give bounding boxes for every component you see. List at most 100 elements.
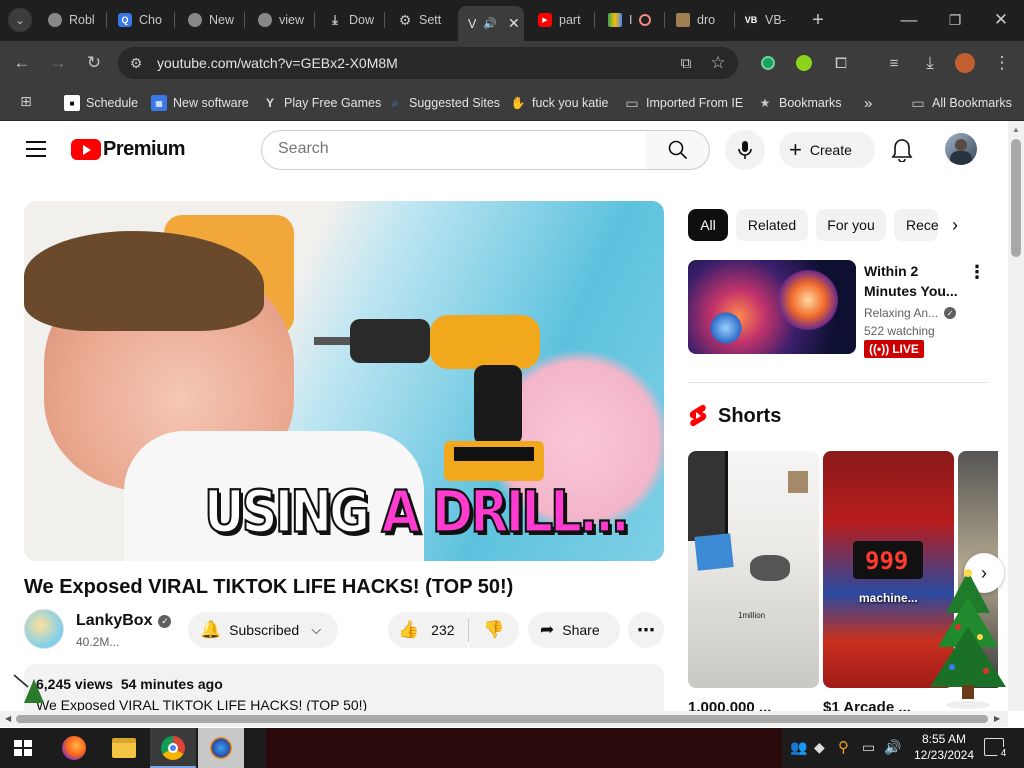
thumbnail-caption: USING A DRILL... [203, 477, 631, 546]
tab-strip: ⌄ Robl Q Cho New view ⤓ Dow ⚙ Sett V 🔊 ✕… [0, 0, 1024, 41]
scroll-left-arrow: ◀ [5, 714, 12, 723]
bookmarks-overflow[interactable]: » [864, 92, 872, 114]
open-in-app-icon[interactable]: ⧉ [674, 51, 698, 75]
channel-name[interactable]: LankyBox ✓ [76, 612, 172, 630]
hamburger-menu-icon[interactable] [26, 141, 46, 157]
dislike-button[interactable]: 👎 [469, 612, 519, 648]
back-icon[interactable]: ← [10, 51, 34, 75]
short-1-thumbnail[interactable]: 1million [688, 451, 819, 688]
extensions-puzzle-icon[interactable]: ⧠ [829, 51, 853, 75]
new-tab-icon[interactable]: + [806, 8, 830, 32]
site-info-icon[interactable]: ⚙ [124, 51, 148, 75]
create-button[interactable]: + Create [779, 132, 875, 168]
plus-icon: + [789, 137, 802, 162]
thumbs-up-icon: 👍 [398, 620, 420, 639]
bookmark-katie[interactable]: ✋ fuck you katie [510, 92, 609, 114]
short-1-overlay: 1million [738, 611, 766, 620]
scroll-thumb[interactable] [1011, 139, 1021, 257]
vertical-scrollbar[interactable]: ▲ [1008, 121, 1024, 711]
media-control-icon[interactable]: ≡ [882, 51, 906, 75]
network-icon[interactable]: ▭ [862, 739, 875, 756]
description-text: We Exposed VIRAL TIKTOK LIFE HACKS! (TOP… [36, 697, 368, 711]
chevron-down-icon: ⌵ [311, 622, 322, 637]
bell-filled-icon: 🔔 [200, 620, 222, 639]
chips-next-icon[interactable]: › [952, 215, 958, 236]
account-avatar[interactable] [945, 133, 977, 165]
notification-count: 4 [997, 747, 1010, 760]
hscroll-thumb[interactable] [16, 715, 988, 723]
share-button[interactable]: ➦ Share [528, 612, 620, 648]
forward-icon[interactable]: → [46, 51, 70, 75]
reload-icon[interactable]: ↻ [82, 51, 106, 75]
notifications-bell-icon[interactable] [891, 138, 913, 167]
folder-icon: ▭ [911, 94, 925, 111]
suggested-icon: ⌕ [391, 95, 399, 110]
bookmark-imported-ie[interactable]: ▭ Imported From IE [624, 92, 743, 114]
voice-search-button[interactable] [725, 130, 765, 170]
tab-5[interactable]: ⤓ Dow [318, 6, 380, 34]
chip-for-you[interactable]: For you [816, 209, 886, 241]
chrome-icon [188, 13, 202, 27]
restore-icon[interactable]: ❐ [943, 8, 967, 32]
tab-9[interactable]: I [598, 6, 662, 34]
volume-icon[interactable]: 🔊 [884, 739, 901, 756]
tab-4[interactable]: view [248, 6, 310, 34]
chip-recent[interactable]: Rece [894, 209, 938, 241]
menu-dots-icon[interactable]: ⋮ [990, 51, 1014, 75]
all-bookmarks[interactable]: ▭ All Bookmarks [910, 92, 1012, 114]
tab-3[interactable]: New [178, 6, 240, 34]
more-actions-button[interactable]: ⋯ [628, 612, 664, 648]
clock[interactable]: 8:55 AM 12/23/2024 [906, 731, 982, 763]
bookmark-schedule[interactable]: ■ Schedule [64, 92, 138, 114]
tab-2[interactable]: Q Cho [108, 6, 172, 34]
url-text: youtube.com/watch?v=GEBx2-X0M8M [157, 55, 398, 71]
tab-active[interactable]: V 🔊 ✕ [458, 6, 524, 41]
download-icon: ⤓ [332, 12, 338, 27]
like-button[interactable]: 👍 232 [388, 612, 468, 648]
recommended-title[interactable]: Within 2 Minutes You... [864, 261, 964, 301]
recommended-thumbnail[interactable] [688, 260, 856, 354]
people-icon[interactable]: 👥 [790, 739, 807, 756]
close-tab-icon[interactable]: ✕ [508, 15, 520, 32]
bookmark-suggested-sites[interactable]: ⌕ Suggested Sites [387, 92, 500, 114]
tab-8[interactable]: ▶ part [528, 6, 590, 34]
search-box[interactable] [261, 130, 647, 170]
downloads-icon[interactable]: ⤓ [918, 51, 942, 75]
file-explorer-icon[interactable] [112, 738, 136, 758]
profile-avatar[interactable] [955, 53, 975, 73]
search-input[interactable] [278, 140, 618, 158]
close-window-icon[interactable]: ✕ [989, 8, 1013, 32]
video-player[interactable]: USING A DRILL... [24, 201, 664, 561]
tab-10[interactable]: dro [666, 6, 730, 34]
tab-11[interactable]: VB VB- [734, 6, 798, 34]
short-2-title[interactable]: $1 Arcade ... [823, 699, 943, 711]
youtube-logo[interactable]: Premium [71, 138, 186, 161]
extension-green-icon[interactable] [761, 56, 775, 70]
tab-6[interactable]: ⚙ Sett [388, 6, 452, 34]
firefox-icon[interactable] [62, 736, 86, 760]
apps-grid-icon[interactable]: ⊞ [14, 89, 38, 113]
channel-avatar[interactable] [24, 609, 64, 649]
share-icon: ➦ [540, 620, 555, 639]
bookmark-bookmarks[interactable]: ★ Bookmarks [757, 92, 842, 114]
tab-1[interactable]: Robl [38, 6, 104, 34]
chip-related[interactable]: Related [736, 209, 808, 241]
drive-icon [608, 13, 622, 27]
chrome-taskbar-icon[interactable] [150, 728, 196, 768]
tab-search-icon[interactable]: ⌄ [8, 8, 32, 32]
subscribed-button[interactable]: 🔔 Subscribed ⌵ [188, 612, 338, 648]
app-taskbar-icon[interactable] [198, 728, 244, 768]
search-tray-icon[interactable]: ⚲ [838, 738, 849, 756]
chip-all[interactable]: All [688, 209, 728, 241]
short-1-title[interactable]: 1,000,000 ... [688, 699, 808, 711]
horizontal-scrollbar[interactable]: ◀ ▶ [0, 711, 1008, 727]
recommended-menu-icon[interactable]: ⋮ [968, 262, 986, 283]
bookmark-new-software[interactable]: ▦ New software [151, 92, 249, 114]
bookmark-star-icon[interactable]: ☆ [706, 51, 730, 75]
search-button[interactable] [646, 130, 710, 170]
dropbox-icon[interactable]: ◆ [814, 739, 825, 756]
extension-lime-icon[interactable] [796, 55, 812, 71]
start-button[interactable] [14, 740, 32, 756]
bookmark-play-free-games[interactable]: Y Play Free Games [262, 92, 381, 114]
minimize-icon[interactable]: — [897, 8, 921, 32]
